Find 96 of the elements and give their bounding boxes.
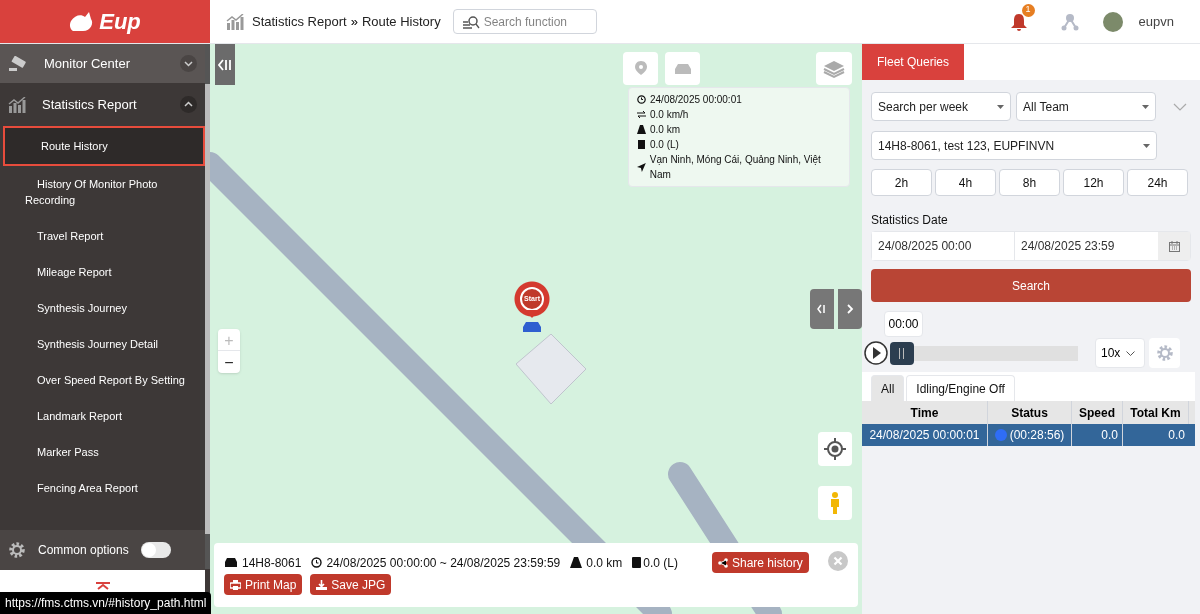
printer-icon	[230, 579, 241, 590]
table-cell: 0.0	[1072, 424, 1123, 446]
filter-tab[interactable]: All	[871, 375, 905, 401]
hour-button[interactable]: 4h	[935, 169, 996, 196]
action-button[interactable]: Print Map	[224, 574, 303, 595]
playback-handle[interactable]	[890, 341, 914, 365]
hour-button[interactable]: 2h	[871, 169, 932, 196]
chevron-down-icon[interactable]	[180, 55, 197, 72]
pin-icon	[633, 59, 648, 78]
sidebar-item[interactable]: Fencing Area Report	[0, 470, 205, 506]
info-text: 0.0 (L)	[650, 138, 679, 152]
filter-tab[interactable]: Idling/Engine Off	[906, 375, 1015, 401]
breadcrumb-chart-icon	[226, 13, 244, 30]
user-name[interactable]: eupvn	[1138, 11, 1174, 32]
crosshair-icon	[824, 438, 846, 460]
locate-button[interactable]	[818, 432, 852, 466]
clock-icon	[637, 95, 646, 104]
table-row[interactable]: 24/08/2025 00:00:01 (00:28:56) 0.0 0.0	[862, 424, 1195, 446]
sidebar-item[interactable]: Mileage Report	[0, 254, 205, 290]
road-icon	[570, 557, 583, 568]
info-text: 0.0 km/h	[650, 108, 689, 122]
sidebar-item[interactable]: Synthesis Journey Detail	[0, 326, 205, 362]
location-arrow-icon	[637, 162, 646, 172]
sidebar-item[interactable]: Route History	[3, 126, 205, 166]
zoom-out-button[interactable]: −	[218, 351, 240, 373]
swap-icon	[637, 110, 646, 119]
car-icon	[672, 61, 693, 76]
table-cell: 24/08/2025 00:00:01	[862, 424, 988, 446]
info-text: 24/08/2025 00:00:01	[650, 93, 742, 107]
vehicle-plate: 14H8-8061	[242, 554, 302, 572]
sidebar-item[interactable]: Landmark Report	[0, 398, 205, 434]
clock-icon	[311, 557, 323, 568]
sidebar-section-header[interactable]: Monitor Center	[0, 44, 205, 83]
speed-dropdown[interactable]: 10x	[1095, 338, 1145, 368]
layers-button[interactable]	[816, 52, 852, 85]
share-icon	[718, 557, 728, 568]
fuel: 0.0 (L)	[643, 554, 678, 572]
caret-icon	[1143, 143, 1150, 148]
play-icon[interactable]	[864, 341, 888, 365]
avatar[interactable]	[1102, 11, 1123, 32]
breadcrumb-item[interactable]: Statistics Report	[252, 11, 347, 32]
caret-icon	[1142, 104, 1149, 109]
sidebar-item[interactable]: History Of Monitor Photo Recording	[0, 166, 205, 218]
layers-icon	[823, 58, 845, 79]
dropdown[interactable]: All Team	[1016, 92, 1156, 121]
download-icon	[316, 579, 328, 590]
hour-button[interactable]: 8h	[999, 169, 1060, 196]
collapse-sidebar-icon[interactable]	[218, 58, 232, 71]
settings-icon	[8, 541, 26, 559]
action-button[interactable]: Share history	[712, 552, 809, 573]
person-icon	[829, 491, 841, 515]
breadcrumb-separator: »	[350, 12, 358, 31]
collapse-left-icon[interactable]	[817, 304, 827, 314]
chart-icon	[8, 96, 26, 113]
fuel-icon	[632, 557, 642, 568]
action-button[interactable]: Save JPG	[310, 574, 392, 595]
road-icon	[637, 125, 646, 134]
toggle-switch[interactable]	[140, 542, 171, 558]
caret-icon	[997, 104, 1004, 109]
sidebar-item[interactable]: Over Speed Report By Setting	[0, 362, 205, 398]
info-text: 0.0 km	[650, 123, 680, 137]
common-options-label: Common options	[38, 542, 129, 559]
geofence-shape	[516, 334, 586, 404]
table-cell-text: (00:28:56)	[1009, 427, 1065, 444]
time-range: 24/08/2025 00:00:00 ~ 24/08/2025 23:59:59	[326, 554, 561, 572]
sidebar-item[interactable]: Synthesis Journey	[0, 290, 205, 326]
fuel-icon	[637, 140, 646, 149]
chevron-down-icon	[1126, 350, 1136, 356]
breadcrumb-item: Route History	[361, 12, 441, 31]
camera-icon	[8, 55, 28, 72]
search-icon	[461, 14, 480, 29]
chevron-up-icon[interactable]	[180, 96, 197, 113]
table-cell-text: 0.0	[1167, 427, 1186, 444]
settings-icon	[1155, 344, 1174, 362]
hour-button[interactable]: 24h	[1127, 169, 1188, 196]
search-input[interactable]: Search function	[483, 12, 584, 31]
info-text: Vạn Ninh, Móng Cái, Quảng Ninh, Việt Nam	[649, 153, 822, 182]
date-label: Statistics Date	[871, 212, 949, 229]
status-url: https://fms.ctms.vn/#history_path.html	[0, 592, 212, 614]
notification-badge: 1	[1021, 3, 1035, 17]
scroll-top-icon[interactable]	[95, 582, 110, 590]
chevron-right-icon[interactable]	[846, 304, 854, 314]
distance: 0.0 km	[586, 554, 623, 572]
dropdown[interactable]: Search per week	[871, 92, 1011, 121]
playback-time: 00:00	[884, 311, 923, 337]
sidebar-item[interactable]: Travel Report	[0, 218, 205, 254]
dropdown[interactable]: 14H8-8061, test 123, EUPFINVN	[871, 131, 1157, 160]
logo[interactable]: Eup	[0, 0, 210, 43]
share-nodes-icon[interactable]	[1060, 12, 1079, 31]
search-button[interactable]: Search	[871, 269, 1191, 302]
sidebar-item[interactable]: Marker Pass	[0, 434, 205, 470]
search-field[interactable]: Search function	[452, 9, 597, 34]
panel-tab[interactable]: Fleet Queries	[862, 44, 965, 80]
hour-button[interactable]: 12h	[1063, 169, 1124, 196]
car-icon	[224, 557, 238, 568]
logo-text: Eup	[99, 8, 141, 36]
